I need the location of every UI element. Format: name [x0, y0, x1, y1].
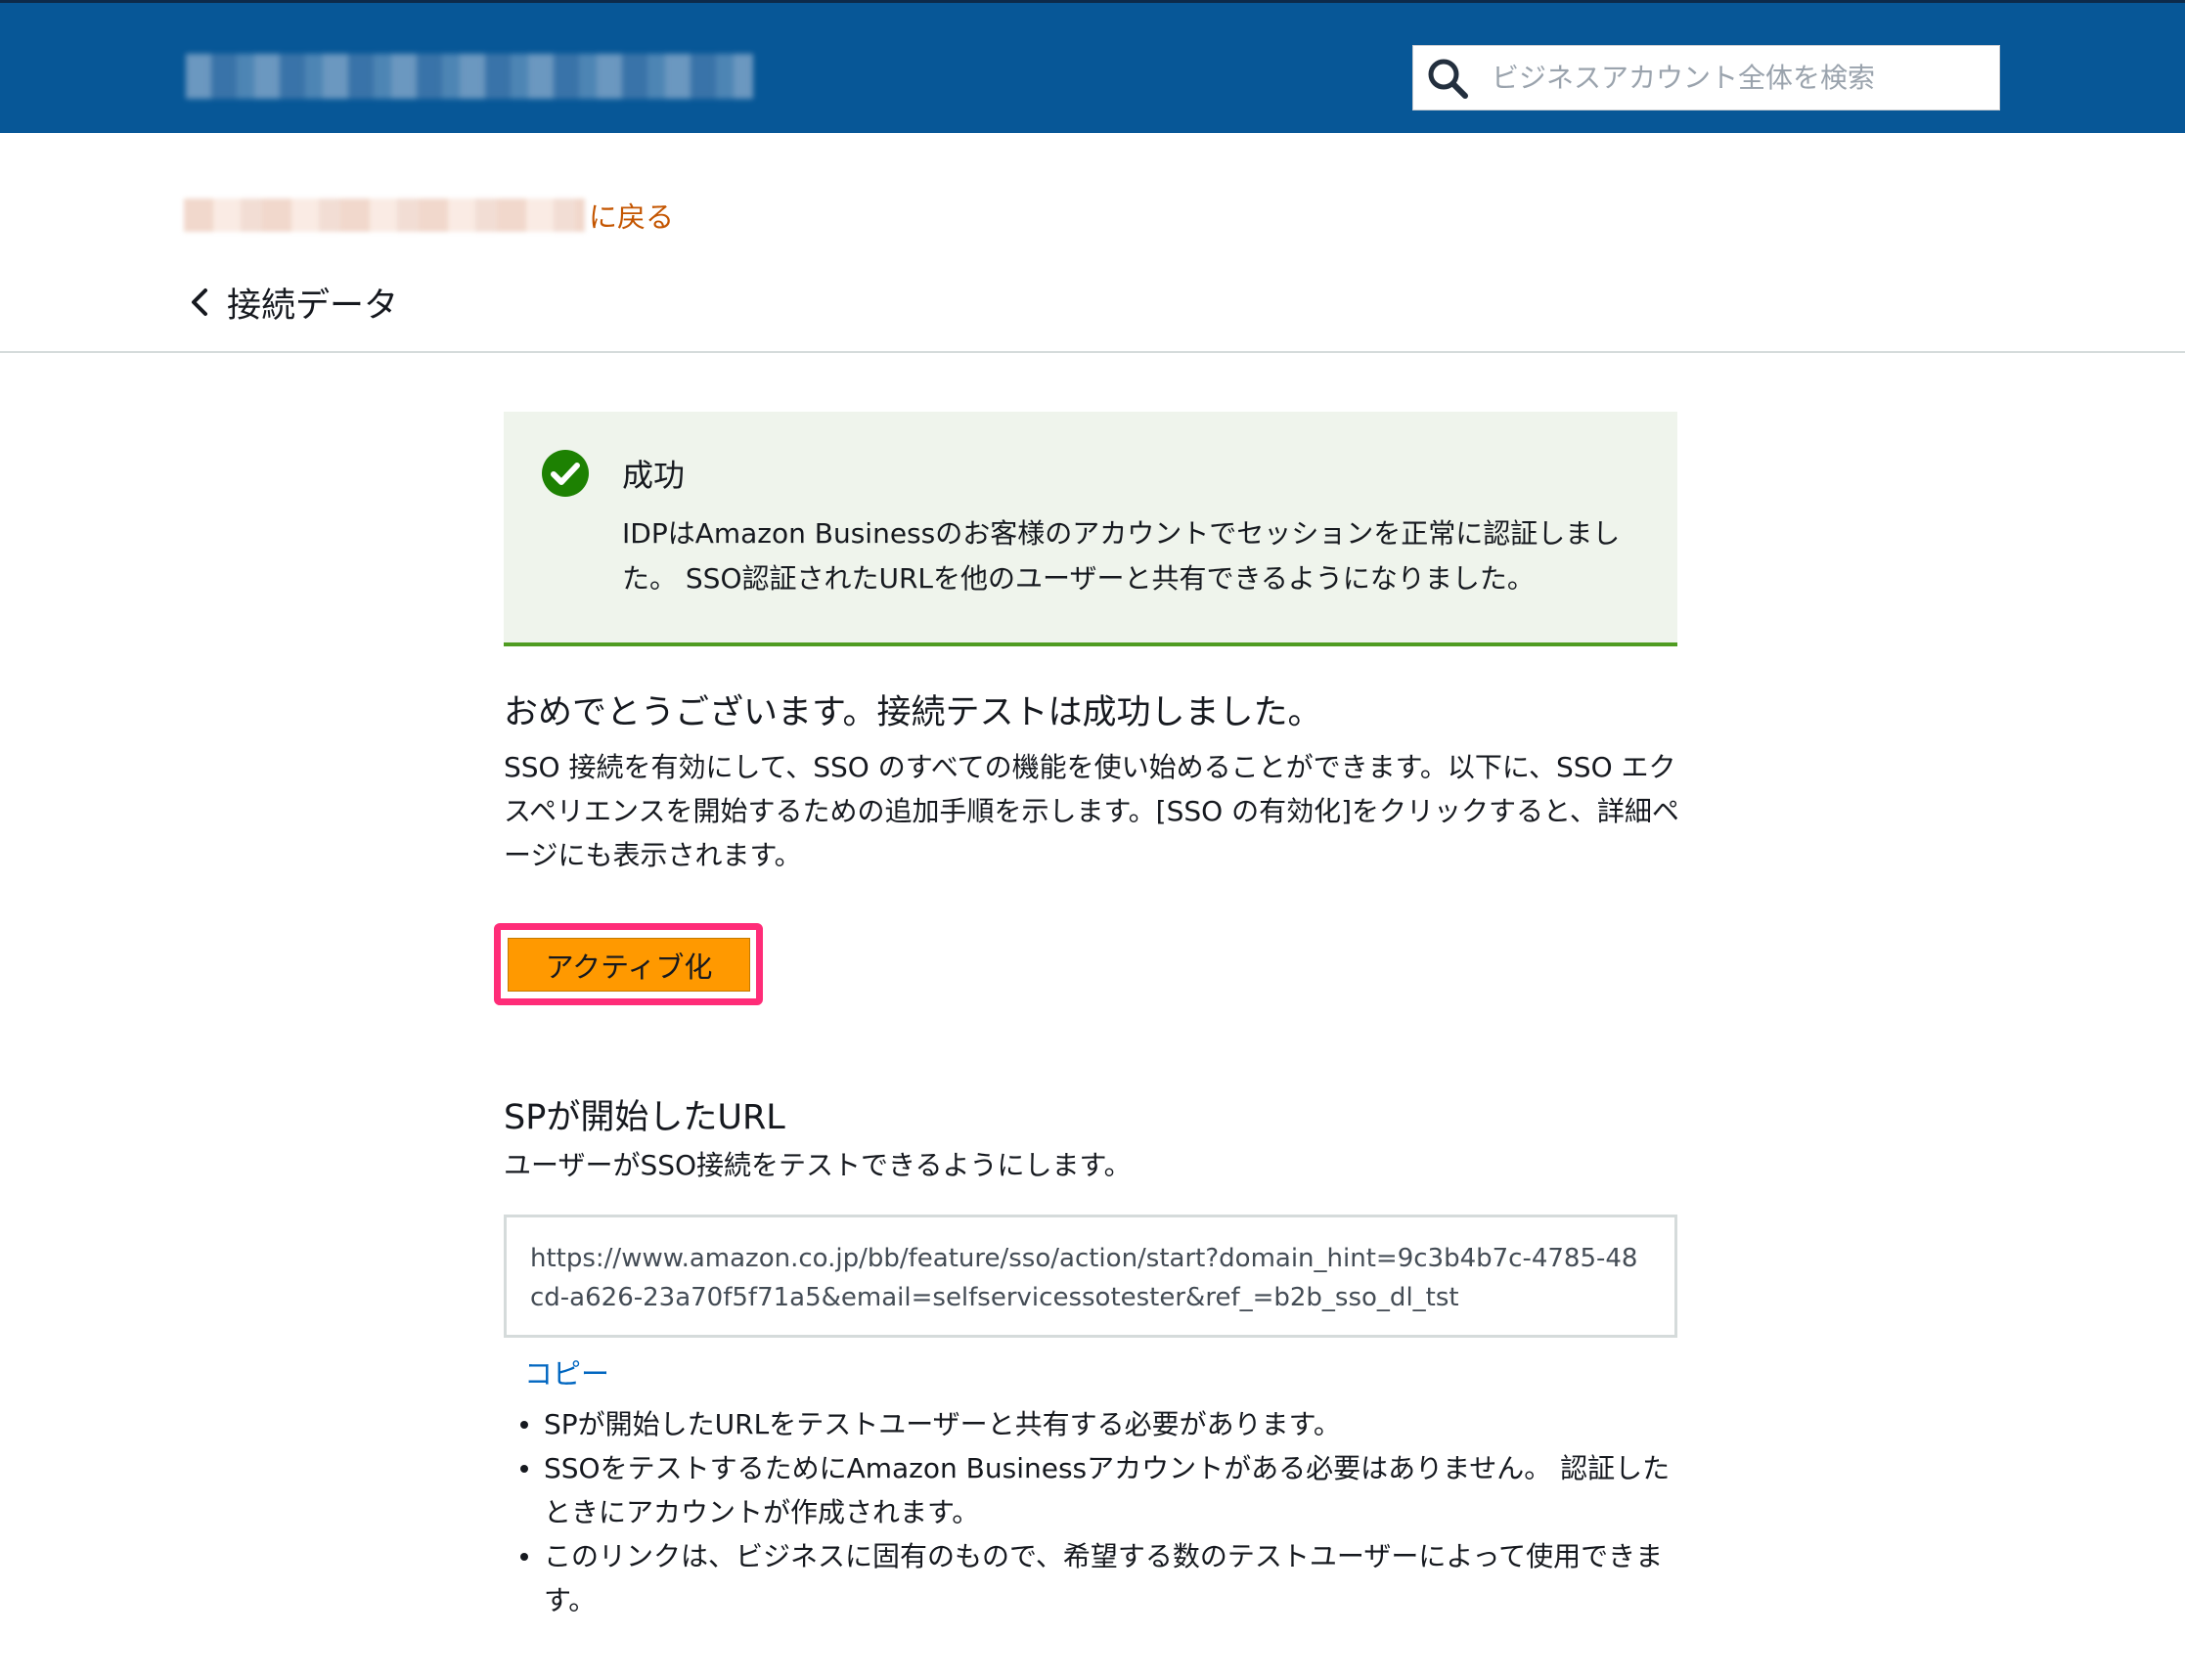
list-item: SSOをテストするためにAmazon Businessアカウントがある必要はあり…	[518, 1446, 1672, 1534]
section-heading: おめでとうございます。接続テストは成功しました。	[504, 693, 1322, 732]
sp-url-field[interactable]: https://www.amazon.co.jp/bb/feature/sso/…	[504, 1215, 1677, 1338]
list-item: SPが開始したURLをテストユーザーと共有する必要があります。	[518, 1402, 1672, 1446]
search-icon[interactable]	[1425, 56, 1470, 101]
back-link[interactable]: に戻る	[184, 194, 674, 237]
redacted-link-text	[184, 199, 585, 232]
notes-list: SPが開始したURLをテストユーザーと共有する必要があります。 SSOをテストす…	[518, 1402, 1672, 1622]
copy-link[interactable]: コピー	[524, 1351, 609, 1393]
page-title: 接続データ	[227, 286, 399, 326]
header-divider	[0, 351, 2185, 353]
redacted-account-name	[186, 54, 753, 99]
top-header	[0, 0, 2185, 133]
alert-message: IDPはAmazon Businessのお客様のアカウントでセッションを正常に認…	[622, 517, 1621, 595]
alert-title: 成功	[622, 457, 686, 494]
back-link-label: に戻る	[589, 200, 675, 234]
success-alert: 成功 IDPはAmazon Businessのお客様のアカウントでセッションを正…	[504, 412, 1677, 646]
section-description: SSO 接続を有効にして、SSO のすべての機能を使い始めることができます。以下…	[504, 751, 1679, 871]
chevron-left-icon[interactable]	[186, 286, 215, 319]
success-check-icon	[542, 450, 589, 497]
sp-url-heading: SPが開始したURL	[504, 1098, 785, 1137]
list-item: このリンクは、ビジネスに固有のもので、希望する数のテストユーザーによって使用でき…	[518, 1534, 1672, 1622]
search-input[interactable]	[1492, 46, 1990, 110]
activate-button[interactable]: アクティブ化	[508, 938, 750, 992]
sp-url-description: ユーザーがSSO接続をテストできるようにします。	[504, 1149, 1132, 1181]
search-box[interactable]	[1412, 45, 2000, 111]
breadcrumb[interactable]: 接続データ	[186, 278, 398, 327]
